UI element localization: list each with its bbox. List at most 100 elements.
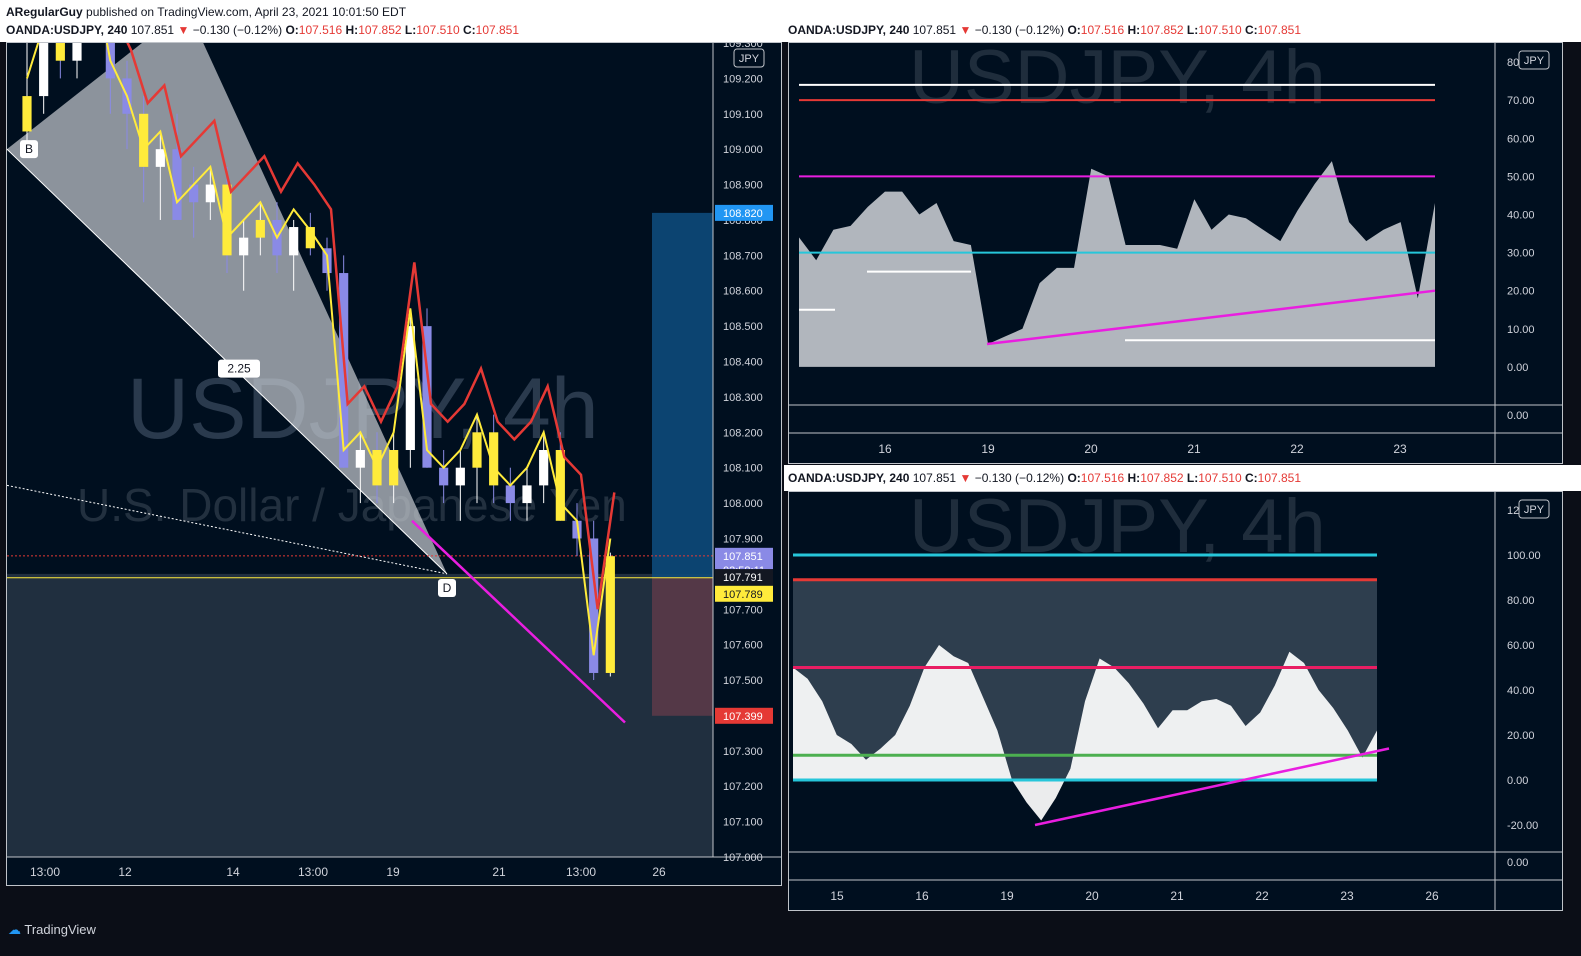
value-tick-label: 60.00	[1507, 133, 1535, 145]
candle-body	[522, 485, 532, 504]
candle-body	[355, 450, 365, 468]
currency-label: JPY	[1524, 504, 1545, 516]
price-tick-label: 108.300	[723, 392, 763, 404]
candle-body	[439, 467, 449, 486]
bottom-right-chart-header: OANDA:USDJPY, 240 107.851 ▼ −0.130 (−0.1…	[788, 471, 1302, 485]
main-price-svg[interactable]: USDJPY, 4hU.S. Dollar / Japanese YenB2.2…	[7, 43, 782, 886]
price-tick-label: 107.900	[723, 533, 763, 545]
time-tick-label: 19	[1000, 889, 1014, 903]
price-tick-label: 109.000	[723, 144, 763, 156]
time-tick-label: 21	[492, 865, 506, 879]
position-profit-zone	[652, 212, 713, 578]
time-tick-label: 21	[1187, 442, 1201, 456]
publish-info: ARegularGuy published on TradingView.com…	[6, 5, 406, 19]
value-tick-label: 40.00	[1507, 685, 1535, 697]
pattern-label: 2.25	[227, 362, 251, 376]
pattern-label: D	[443, 581, 452, 595]
price-tick-label: 108.200	[723, 427, 763, 439]
position-loss-zone	[652, 577, 713, 716]
price-tick-label: 107.100	[723, 817, 763, 829]
time-tick-label: 14	[226, 865, 240, 879]
candle-body	[205, 184, 215, 203]
tradingview-logo[interactable]: ☁ TradingView	[8, 922, 96, 938]
value-tick-label: 70.00	[1507, 95, 1535, 107]
value-tick-label: -20.00	[1507, 820, 1538, 832]
time-tick-label: 23	[1393, 442, 1407, 456]
indicator-area	[799, 161, 1435, 367]
value-tick-label: 100.00	[1507, 550, 1541, 562]
time-tick-label: 12	[118, 865, 132, 879]
value-tick-label: 20.00	[1507, 730, 1535, 742]
price-label: 107.791	[723, 572, 763, 584]
currency-label: JPY	[739, 53, 760, 65]
author[interactable]: ARegularGuy	[6, 5, 83, 19]
time-tick-label: 19	[981, 442, 995, 456]
watermark-name: U.S. Dollar / Japanese Yen	[77, 479, 627, 531]
value-tick-label: 80.00	[1507, 595, 1535, 607]
time-tick-label: 26	[1425, 889, 1439, 903]
currency-label: JPY	[1524, 55, 1545, 67]
price-tick-label: 109.200	[723, 73, 763, 85]
candle-body	[389, 450, 399, 486]
top-right-chart-header: OANDA:USDJPY, 240 107.851 ▼ −0.130 (−0.1…	[788, 23, 1302, 37]
candle-body	[239, 237, 249, 256]
time-tick-label: 19	[386, 865, 400, 879]
top-indicator-chart[interactable]: USDJPY, 4h80.0070.0060.0050.0040.0030.00…	[788, 42, 1563, 464]
time-tick-label: 20	[1084, 442, 1098, 456]
time-tick-label: 26	[652, 865, 666, 879]
candle-body	[39, 43, 49, 97]
value-tick-label: 60.00	[1507, 640, 1535, 652]
price-label: 108.820	[723, 208, 763, 220]
price-tick-label: 108.600	[723, 286, 763, 298]
price-label: 107.851	[723, 551, 763, 563]
time-tick-label: 21	[1170, 889, 1184, 903]
candle-body	[72, 43, 82, 61]
price-tick-label: 108.500	[723, 321, 763, 333]
price-tick-label: 107.000	[723, 852, 763, 864]
price-label: 107.399	[723, 711, 763, 723]
price-tick-label: 107.200	[723, 781, 763, 793]
candle-body	[405, 326, 415, 450]
main-price-chart[interactable]: USDJPY, 4hU.S. Dollar / Japanese YenB2.2…	[6, 42, 782, 886]
value-tick-label: 0.00	[1507, 857, 1528, 869]
time-tick-label: 16	[878, 442, 892, 456]
left-chart-header: OANDA:USDJPY, 240 107.851 ▼ −0.130 (−0.1…	[6, 23, 520, 37]
value-tick-label: 0.00	[1507, 775, 1528, 787]
value-tick-label: 30.00	[1507, 248, 1535, 260]
time-tick-label: 22	[1255, 889, 1269, 903]
candle-body	[22, 96, 32, 132]
price-tick-label: 107.300	[723, 746, 763, 758]
candle-body	[55, 43, 65, 61]
value-tick-label: 0.00	[1507, 410, 1528, 422]
bottom-indicator-svg[interactable]: USDJPY, 4h120.00100.0080.0060.0040.0020.…	[789, 492, 1563, 911]
candle-body	[155, 149, 165, 167]
cloud-icon: ☁	[8, 922, 21, 937]
price-tick-label: 109.100	[723, 109, 763, 121]
price-label: 107.789	[723, 589, 763, 601]
candle-body	[289, 227, 299, 256]
candle-body	[455, 467, 465, 486]
time-tick-label: 16	[915, 889, 929, 903]
time-tick-label: 13:00	[30, 865, 60, 879]
time-tick-label: 22	[1290, 442, 1304, 456]
candle-body	[255, 219, 265, 238]
price-tick-label: 107.600	[723, 640, 763, 652]
time-tick-label: 23	[1340, 889, 1354, 903]
candle-body	[605, 556, 615, 673]
time-tick-label: 13:00	[566, 865, 596, 879]
candle-body	[539, 450, 549, 486]
price-tick-label: 108.000	[723, 498, 763, 510]
candle-body	[505, 485, 515, 504]
price-tick-label: 108.100	[723, 463, 763, 475]
time-tick-label: 20	[1085, 889, 1099, 903]
value-tick-label: 10.00	[1507, 324, 1535, 336]
watermark-symbol: USDJPY, 4h	[909, 43, 1326, 120]
price-tick-label: 107.700	[723, 604, 763, 616]
top-indicator-svg[interactable]: USDJPY, 4h80.0070.0060.0050.0040.0030.00…	[789, 43, 1563, 464]
price-tick-label: 108.900	[723, 180, 763, 192]
time-tick-label: 15	[830, 889, 844, 903]
value-tick-label: 50.00	[1507, 171, 1535, 183]
bottom-indicator-chart[interactable]: USDJPY, 4h120.00100.0080.0060.0040.0020.…	[788, 491, 1563, 911]
time-tick-label: 13:00	[298, 865, 328, 879]
value-tick-label: 40.00	[1507, 209, 1535, 221]
